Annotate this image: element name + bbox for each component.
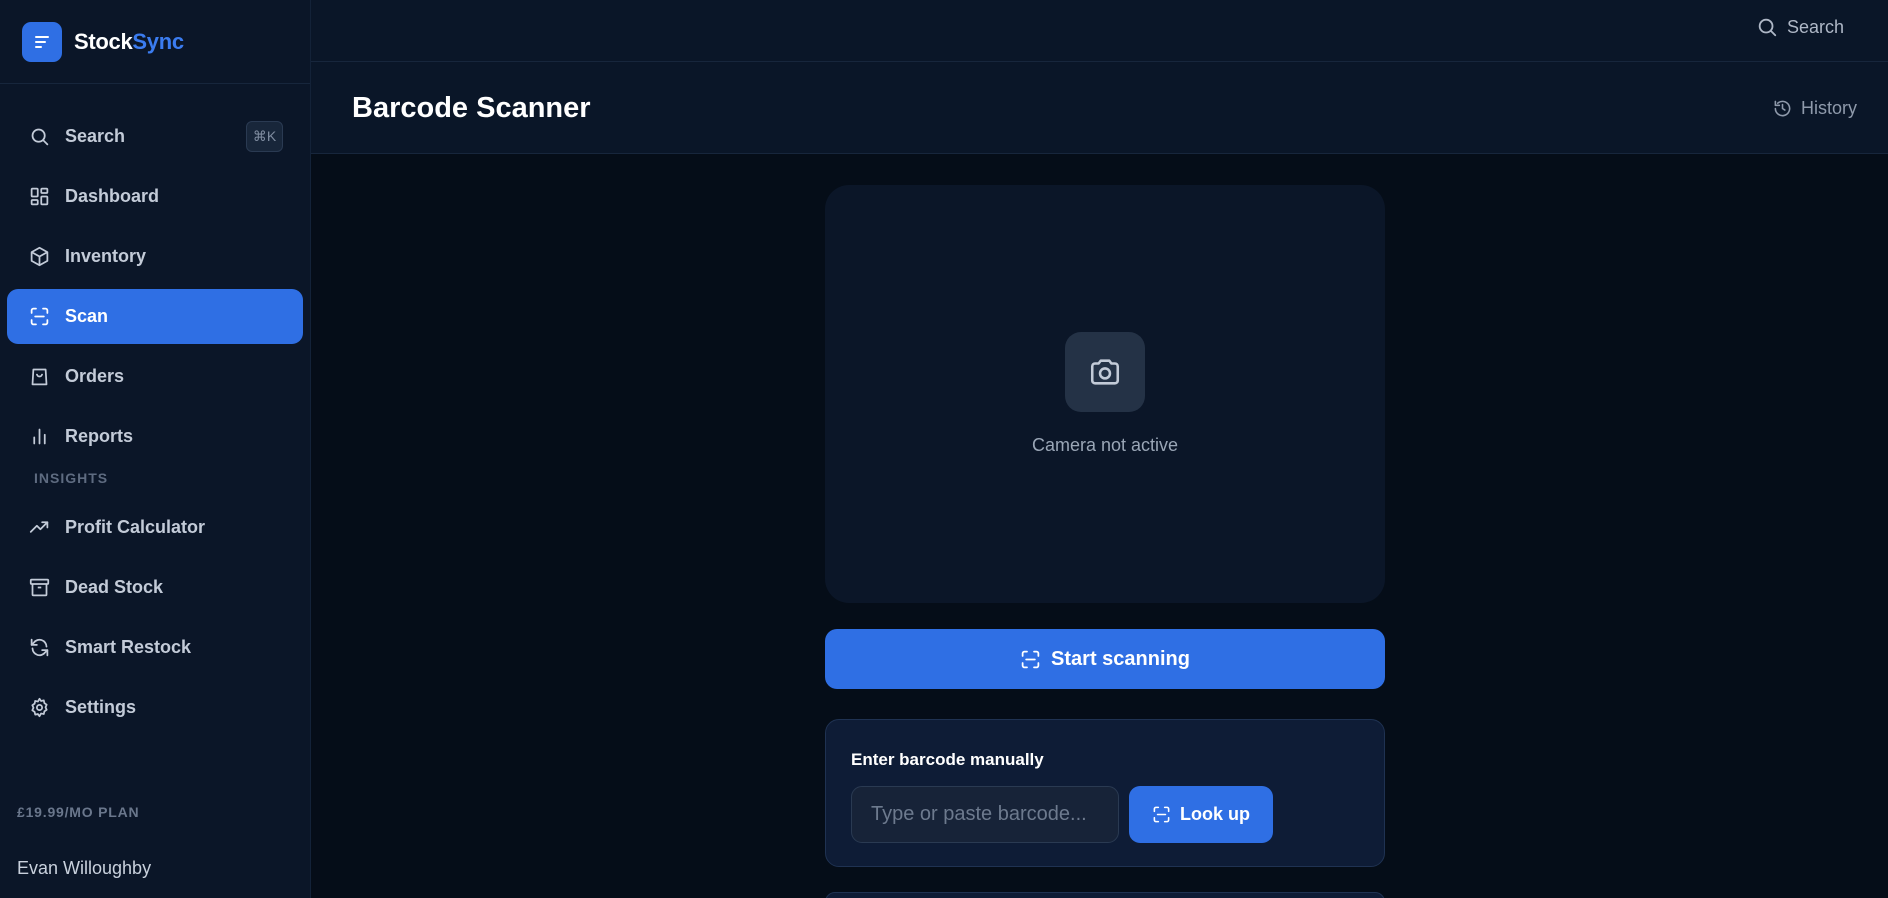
top-search-label: Search [1786,16,1844,37]
brand-name: StockSync [74,29,184,55]
brand-name-part1: Stock [74,28,133,54]
shortcut-badge: ⌘K [246,121,283,152]
search-icon [1756,16,1778,38]
sidebar-search[interactable]: Search ⌘K [7,109,303,164]
bar-chart-icon [28,426,50,448]
sidebar-item-inventory[interactable]: Inventory [7,229,303,284]
insights-section-label: INSIGHTS [34,470,109,486]
trending-up-icon [28,517,50,539]
plan-label: £19.99/MO PLAN [17,804,140,820]
camera-preview: Camera not active [825,185,1385,603]
sidebar-item-label: Smart Restock [65,637,192,657]
sidebar-search-label: Search [65,126,126,146]
sidebar-item-label: Dashboard [65,186,160,206]
scan-icon [28,306,50,328]
top-search-button[interactable]: Search [1756,16,1844,38]
camera-status: Camera not active [1031,435,1179,455]
history-button[interactable]: History [1773,98,1857,119]
sidebar-item-label: Inventory [65,246,147,266]
box-icon [28,246,50,268]
manual-entry-card: Enter barcode manually Look up [825,719,1385,867]
history-label: History [1800,98,1857,118]
scan-icon [1152,805,1171,824]
shopping-bag-icon [28,366,50,388]
sidebar-item-profit-calculator[interactable]: Profit Calculator [7,500,303,555]
sidebar-item-label: Scan [65,306,109,326]
look-up-label: Look up [1180,804,1250,824]
top-bar: Search [311,0,1888,62]
menu-lines-icon [22,21,62,62]
manual-entry-title: Enter barcode manually [851,750,1044,769]
sidebar-item-settings[interactable]: Settings [7,680,303,735]
results-card [825,892,1385,898]
gear-icon [28,697,50,719]
refresh-icon [28,637,50,659]
sidebar-item-smart-restock[interactable]: Smart Restock [7,620,303,675]
search-icon [28,126,50,148]
page-header: Barcode Scanner History [311,62,1888,154]
sidebar-item-dashboard[interactable]: Dashboard [7,169,303,224]
sidebar-item-dead-stock[interactable]: Dead Stock [7,560,303,615]
page-title: Barcode Scanner [352,92,591,124]
start-scanning-button[interactable]: Start scanning [825,629,1385,689]
user-name[interactable]: Evan Willoughby [17,858,151,879]
sidebar-item-label: Dead Stock [65,577,164,597]
barcode-input[interactable] [851,786,1119,843]
brand-name-part2: Sync [132,28,184,54]
history-icon [1773,99,1792,118]
sidebar-item-reports[interactable]: Reports [7,409,303,464]
scan-icon [1020,649,1041,670]
sidebar-item-scan[interactable]: Scan [7,289,303,344]
archive-icon [28,577,50,599]
dashboard-icon [28,186,50,208]
sidebar-item-label: Settings [65,697,137,717]
sidebar-item-orders[interactable]: Orders [7,349,303,404]
sidebar-item-label: Orders [65,366,125,386]
brand[interactable]: StockSync [0,0,310,84]
sidebar-item-label: Profit Calculator [65,517,206,537]
start-scanning-label: Start scanning [1051,647,1190,670]
sidebar-item-label: Reports [65,426,134,446]
sidebar: StockSync Search ⌘K Dashboard Inventory [0,0,311,898]
look-up-button[interactable]: Look up [1129,786,1273,843]
sidebar-nav: Search ⌘K Dashboard Inventory Scan Order… [0,109,310,735]
camera-icon [1065,332,1145,412]
